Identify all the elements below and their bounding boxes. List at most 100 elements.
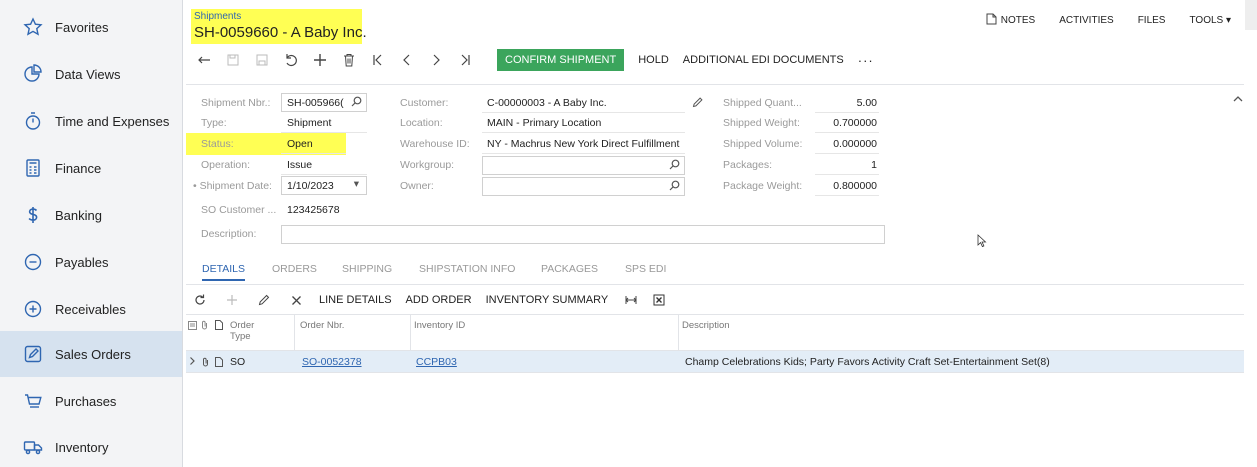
next-record-icon[interactable] — [425, 49, 447, 71]
edit-row-icon[interactable] — [255, 291, 273, 309]
column-order-nbr[interactable]: Order Nbr. — [300, 320, 344, 331]
type-value: Shipment — [287, 117, 332, 129]
owner-field[interactable] — [482, 177, 685, 196]
header-actions: NOTES ACTIVITIES FILES TOOLS ▾ — [962, 13, 1231, 28]
shipment-date-field[interactable]: 1/10/2023 ▾ — [281, 176, 367, 195]
tab-orders[interactable]: ORDERS — [272, 263, 317, 275]
divider — [281, 174, 367, 175]
previous-record-icon[interactable] — [396, 49, 418, 71]
add-order-button[interactable]: ADD ORDER — [406, 294, 472, 306]
column-inventory-id[interactable]: Inventory ID — [414, 320, 465, 331]
workgroup-field[interactable] — [482, 156, 685, 175]
sidebar-item-data-views[interactable]: Data Views — [0, 51, 182, 97]
line-details-button[interactable]: LINE DETAILS — [319, 294, 392, 306]
files-button[interactable]: FILES — [1138, 13, 1166, 28]
breadcrumb[interactable]: Shipments — [194, 11, 241, 22]
sidebar-item-time-and-expenses[interactable]: Time and Expenses — [0, 98, 182, 144]
shipped-weight-label: Shipped Weight: — [723, 117, 800, 129]
search-icon[interactable] — [669, 159, 680, 173]
sidebar-item-purchases[interactable]: Purchases — [0, 378, 182, 424]
tools-label: TOOLS ▾ — [1189, 15, 1231, 26]
sidebar-item-finance[interactable]: Finance — [0, 145, 182, 191]
fit-to-screen-icon[interactable] — [622, 291, 640, 309]
sidebar-item-banking[interactable]: Banking — [0, 192, 182, 238]
sidebar-item-inventory[interactable]: Inventory — [0, 424, 182, 467]
shipment-nbr-label: Shipment Nbr.: — [201, 97, 271, 109]
cell-order-nbr-link[interactable]: SO-0052378 — [302, 356, 362, 368]
column-separator[interactable] — [294, 315, 295, 351]
sidebar-item-receivables[interactable]: Receivables — [0, 286, 182, 332]
tab-details[interactable]: DETAILS — [202, 263, 245, 281]
sidebar-item-sales-orders[interactable]: Sales Orders — [0, 331, 182, 377]
tools-menu[interactable]: TOOLS ▾ — [1189, 13, 1231, 28]
shipment-date-value: 1/10/2023 — [287, 179, 334, 192]
so-customer-label: SO Customer ... — [201, 204, 277, 216]
shipped-volume-label: Shipped Volume: — [723, 138, 803, 150]
tab-bar: DETAILS ORDERS SHIPPING SHIPSTATION INFO… — [186, 261, 1244, 285]
expand-row-icon[interactable] — [189, 356, 196, 369]
attachment-icon[interactable] — [202, 357, 209, 370]
delete-icon[interactable] — [338, 49, 360, 71]
save-icon[interactable] — [251, 49, 273, 71]
activities-label: ACTIVITIES — [1059, 15, 1114, 26]
collapse-icon[interactable] — [1233, 94, 1243, 106]
shipped-volume-value: 0.000000 — [833, 138, 877, 150]
description-label: Description: — [201, 228, 257, 240]
sidebar-item-favorites[interactable]: Favorites — [0, 4, 182, 50]
column-order-type[interactable]: Order Type — [230, 320, 270, 342]
export-excel-icon[interactable] — [650, 291, 668, 309]
add-icon[interactable] — [309, 49, 331, 71]
column-separator[interactable] — [678, 315, 679, 351]
sidebar-item-label: Time and Expenses — [55, 113, 170, 129]
additional-edi-documents-button[interactable]: ADDITIONAL EDI DOCUMENTS — [683, 54, 844, 66]
divider — [281, 132, 367, 133]
activities-button[interactable]: ACTIVITIES — [1059, 13, 1113, 28]
dollar-icon — [22, 204, 44, 226]
note-column-icon — [215, 320, 223, 333]
sidebar-item-label: Payables — [55, 254, 109, 270]
grid-toolbar: LINE DETAILS ADD ORDER INVENTORY SUMMARY — [186, 289, 668, 311]
tab-sps-edi[interactable]: SPS EDI — [625, 263, 666, 275]
files-column-icon[interactable] — [188, 321, 197, 333]
customer-value: C-00000003 - A Baby Inc. — [487, 97, 607, 109]
add-row-icon[interactable] — [223, 291, 241, 309]
sidebar-item-payables[interactable]: Payables — [0, 239, 182, 285]
status-label: Status: — [201, 138, 234, 150]
last-record-icon[interactable] — [454, 49, 476, 71]
first-record-icon[interactable] — [367, 49, 389, 71]
shipment-date-label: • Shipment Date: — [193, 180, 272, 192]
back-icon[interactable] — [193, 49, 215, 71]
shipment-nbr-field[interactable]: SH-005966( — [281, 93, 367, 112]
divider — [482, 153, 685, 154]
save-close-icon[interactable] — [222, 49, 244, 71]
note-icon[interactable] — [215, 357, 223, 370]
undo-icon[interactable] — [280, 49, 302, 71]
tab-shipstation-info[interactable]: SHIPSTATION INFO — [419, 263, 515, 275]
column-separator[interactable] — [410, 315, 411, 351]
delete-row-icon[interactable] — [287, 291, 305, 309]
package-weight-label: Package Weight: — [723, 180, 803, 192]
tab-shipping[interactable]: SHIPPING — [342, 263, 392, 275]
description-field[interactable] — [281, 225, 885, 244]
more-actions-button[interactable]: ··· — [858, 53, 874, 68]
packages-label: Packages: — [723, 159, 773, 171]
confirm-shipment-button[interactable]: CONFIRM SHIPMENT — [497, 49, 625, 71]
divider — [815, 132, 879, 133]
so-customer-value: 123425678 — [287, 204, 340, 216]
tab-packages[interactable]: PACKAGES — [541, 263, 598, 275]
sidebar-item-label: Banking — [55, 207, 102, 223]
search-icon[interactable] — [669, 180, 680, 194]
inventory-summary-button[interactable]: INVENTORY SUMMARY — [486, 294, 609, 306]
refresh-icon[interactable] — [191, 291, 209, 309]
scrollbar[interactable] — [1245, 0, 1257, 30]
edit-customer-icon[interactable] — [692, 97, 703, 111]
search-icon[interactable] — [351, 96, 362, 110]
divider — [815, 174, 879, 175]
hold-button[interactable]: HOLD — [638, 54, 669, 66]
divider — [815, 153, 879, 154]
cell-inventory-id-link[interactable]: CCPB03 — [416, 356, 457, 368]
column-description[interactable]: Description — [682, 320, 730, 331]
table-row[interactable]: SO SO-0052378 CCPB03 Champ Celebrations … — [186, 351, 1244, 373]
chevron-down-icon[interactable]: ▾ — [354, 178, 359, 190]
notes-button[interactable]: NOTES — [986, 13, 1035, 28]
